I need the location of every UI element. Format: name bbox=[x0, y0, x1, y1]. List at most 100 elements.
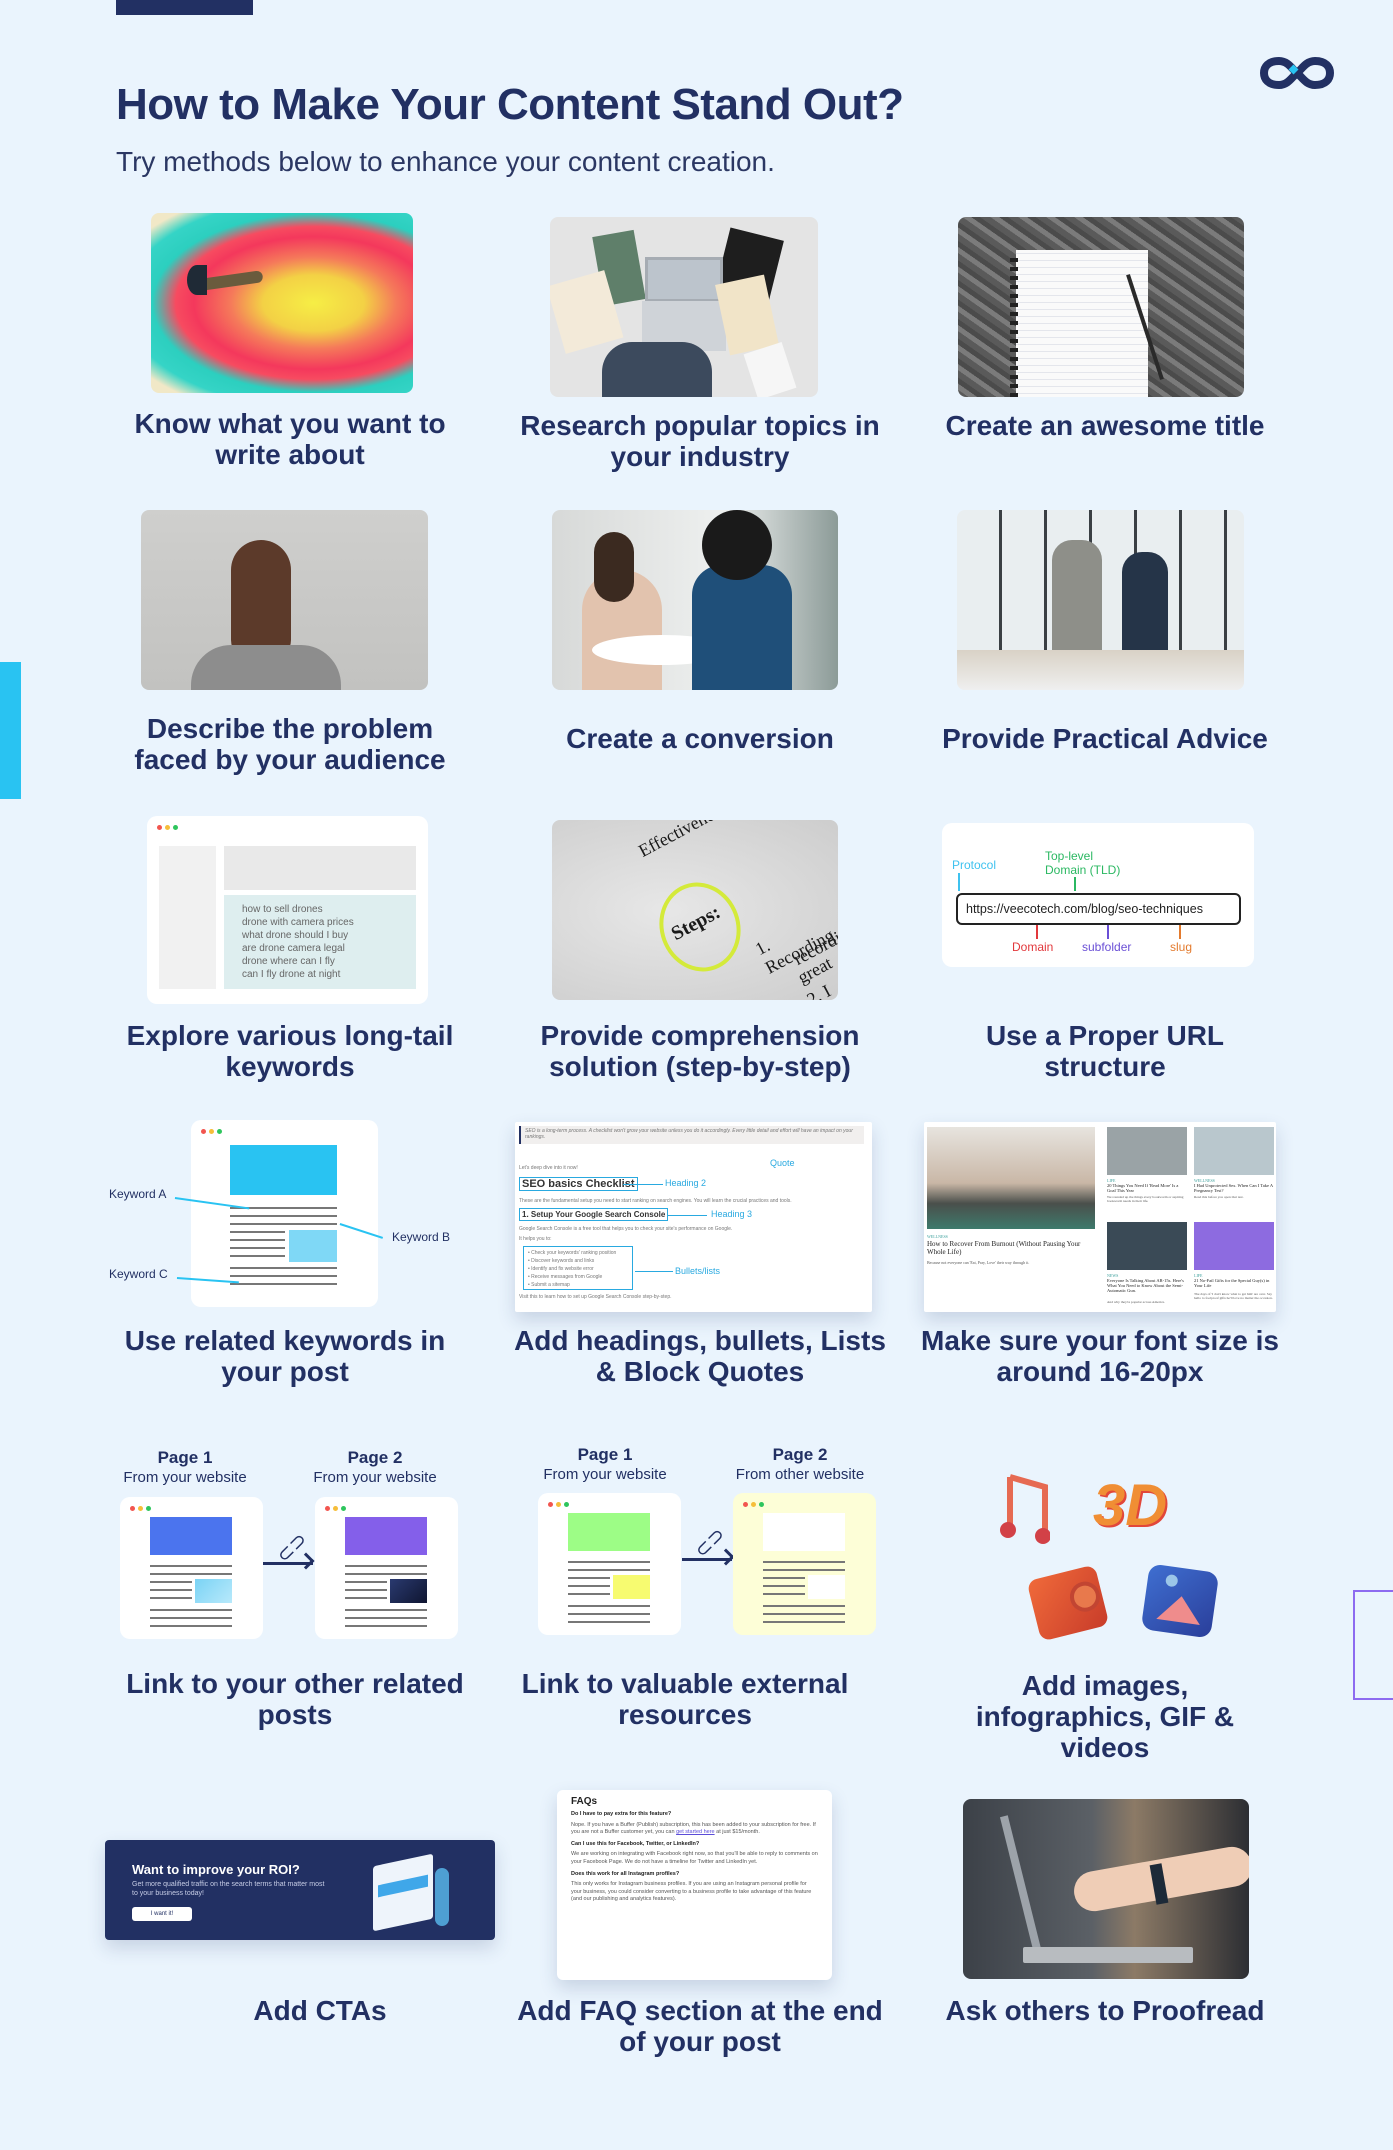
business-men-photo bbox=[957, 510, 1244, 690]
page2-mockup bbox=[315, 1497, 458, 1639]
post-title: 20 Things You Need If 'Read More' Is a G… bbox=[1107, 1183, 1179, 1193]
headings-screenshot: SEO is a long-term process. A checklist … bbox=[515, 1122, 872, 1312]
post-title: 21 No-Fail Gifts for the Special Guy(s) … bbox=[1194, 1278, 1270, 1288]
post-desc: Because not everyone can 'Eat, Pray, Lov… bbox=[927, 1260, 1030, 1265]
cta-illustration bbox=[373, 1853, 433, 1932]
blog-screenshot: WELLNESS How to Recover From Burnout (Wi… bbox=[924, 1122, 1276, 1312]
page1-mockup bbox=[120, 1497, 263, 1639]
tip-label: Explore various long-tail keywords bbox=[126, 1020, 454, 1082]
post-tag: WELLNESS bbox=[927, 1234, 948, 1239]
laptop-pointing-photo bbox=[963, 1799, 1249, 1979]
tip-label: Create an awesome title bbox=[945, 410, 1265, 441]
bullet-item: • Receive messages from Google bbox=[528, 1274, 603, 1280]
tip-card: Page 1 From your website Page 2 From you… bbox=[110, 1445, 480, 1735]
cta-heading: Want to improve your ROI? bbox=[132, 1862, 300, 1877]
person-figure bbox=[435, 1868, 449, 1926]
laptop-books-photo bbox=[550, 217, 818, 397]
tip-card: how to sell drones drone with camera pri… bbox=[110, 810, 470, 1100]
tip-label: Add CTAs bbox=[253, 1995, 387, 2026]
faq-question: Does this work for all Instagram profile… bbox=[571, 1870, 680, 1877]
keyword-c-label: Keyword C bbox=[109, 1267, 168, 1281]
post-desc: And why they're popular across America. bbox=[1107, 1300, 1165, 1304]
post-desc: The days of 'I don't know what to get hi… bbox=[1194, 1292, 1273, 1300]
faq-answer: We are working on integrating with Faceb… bbox=[571, 1851, 818, 1865]
keyword-item: can I fly drone at night bbox=[242, 969, 341, 980]
decorative-frame bbox=[1353, 1590, 1393, 1700]
tip-label: Add images, infographics, GIF & videos bbox=[975, 1670, 1235, 1763]
tip-label: Create a conversion bbox=[566, 723, 834, 754]
tip-label: Know what you want to write about bbox=[134, 408, 446, 470]
keyword-item: drone with camera prices bbox=[242, 917, 354, 928]
page-subtitle: Try methods below to enhance your conten… bbox=[116, 146, 775, 177]
tip-label: Ask others to Proofread bbox=[945, 1995, 1265, 2026]
3d-text-icon: 3D bbox=[1093, 1473, 1168, 1538]
protocol-label: Protocol bbox=[952, 858, 997, 872]
page1-title: Page 1 bbox=[157, 1448, 213, 1467]
steps-paper-photo: Effectiveness is not Steps: 1. Recording… bbox=[552, 820, 838, 1000]
quote-label: Quote bbox=[770, 1158, 795, 1168]
bullet-item: • Check your keywords' ranking position bbox=[528, 1250, 617, 1256]
tip-card: Page 1 From your website Page 2 From oth… bbox=[522, 1445, 900, 1735]
tip-label: Describe the problem faced by your audie… bbox=[134, 713, 446, 775]
cta-text: Get more qualified traffic on the search… bbox=[132, 1881, 325, 1897]
heading-2-example: SEO basics Checklist bbox=[519, 1177, 638, 1191]
paper-text: Effectiveness is not bbox=[635, 820, 769, 862]
tip-card: FAQs Do I have to pay extra for this fea… bbox=[510, 1775, 890, 2075]
tip-label: Use related keywords in your post bbox=[124, 1325, 446, 1387]
faq-title: FAQs bbox=[571, 1796, 598, 1807]
keyword-a-label: Keyword A bbox=[109, 1187, 167, 1201]
keyword-item: drone where can I fly bbox=[242, 956, 335, 967]
faq-question: Do I have to pay extra for this feature? bbox=[571, 1811, 672, 1817]
post-desc: Read this before you open that test. bbox=[1194, 1195, 1244, 1199]
page1-subtitle: From your website bbox=[123, 1469, 247, 1486]
cta-button[interactable]: I want it! bbox=[132, 1907, 192, 1921]
side-accent-bar bbox=[0, 662, 21, 799]
page2-title: Page 2 bbox=[772, 1445, 828, 1464]
tip-card: Want to improve your ROI? Get more quali… bbox=[100, 1835, 500, 2026]
keyword-item: how to sell drones bbox=[242, 904, 323, 915]
url-box: https://veecotech.com/blog/seo-technique… bbox=[956, 893, 1241, 925]
tip-card: Describe the problem faced by your audie… bbox=[110, 505, 470, 795]
tip-label: Use a Proper URL structure bbox=[985, 1020, 1225, 1082]
faq-screenshot: FAQs Do I have to pay extra for this fea… bbox=[557, 1790, 832, 1980]
page1-subtitle: From your website bbox=[543, 1466, 667, 1483]
get-started-link[interactable]: get started here bbox=[676, 1829, 715, 1835]
tip-card: SEO is a long-term process. A checklist … bbox=[510, 1115, 890, 1405]
post-desc: We rounded up the things every bookworm … bbox=[1107, 1195, 1184, 1203]
bullets-label: Bullets/lists bbox=[675, 1266, 721, 1276]
page-mockup bbox=[191, 1120, 378, 1307]
keyword-list: how to sell drones drone with camera pri… bbox=[224, 895, 416, 989]
page2-subtitle: From other website bbox=[735, 1466, 865, 1483]
keyword-b-label: Keyword B bbox=[392, 1230, 451, 1244]
tip-card: Create an awesome title bbox=[940, 210, 1270, 480]
paragraph: Visit this to learn how to set up Google… bbox=[519, 1294, 672, 1300]
page2-subtitle: From your website bbox=[313, 1469, 437, 1486]
tip-label: Provide comprehension solution (step-by-… bbox=[540, 1020, 860, 1082]
tip-label: Link to valuable external resources bbox=[521, 1668, 849, 1730]
tip-card: Ask others to Proofread bbox=[930, 1795, 1280, 2065]
tip-card: Create a conversion bbox=[520, 505, 880, 795]
image-icon bbox=[1140, 1563, 1220, 1639]
subfolder-label: subfolder bbox=[1082, 940, 1132, 954]
bullet-item: • Submit a sitemap bbox=[528, 1282, 570, 1288]
infinity-logo-icon bbox=[1260, 56, 1334, 90]
block-quote: SEO is a long-term process. A checklist … bbox=[519, 1126, 864, 1144]
tip-card: 3D Add images, infographics, GIF & video… bbox=[945, 1460, 1265, 1770]
keyword-list-illustration: how to sell drones drone with camera pri… bbox=[147, 816, 428, 1004]
post-title: Everyone Is Talking About AR-15s. Here's… bbox=[1107, 1278, 1184, 1293]
tip-card: Research popular topics in your industry bbox=[520, 210, 880, 480]
tld-label: Top-level Domain (TLD) bbox=[1045, 849, 1121, 877]
notebook-pen-photo bbox=[958, 217, 1244, 397]
top-accent-bar bbox=[116, 0, 253, 15]
heading-3-example: 1. Setup Your Google Search Console bbox=[519, 1208, 669, 1221]
music-note-icon bbox=[1000, 1474, 1050, 1544]
tip-card: Provide Practical Advice bbox=[930, 505, 1280, 795]
page-title: How to Make Your Content Stand Out? bbox=[116, 80, 904, 129]
answer-text: at just $15/month. bbox=[714, 1829, 760, 1836]
page1-title: Page 1 bbox=[577, 1445, 633, 1464]
faq-answer: Nope. If you have a Buffer (Publish) sub… bbox=[571, 1822, 818, 1837]
tip-label: Add FAQ section at the end of your post bbox=[517, 1995, 883, 2057]
paragraph: Google Search Console is a free tool tha… bbox=[519, 1226, 733, 1232]
tip-card: WELLNESS How to Recover From Burnout (Wi… bbox=[915, 1115, 1285, 1405]
intro-text: Let's deep dive into it now! bbox=[519, 1165, 578, 1171]
